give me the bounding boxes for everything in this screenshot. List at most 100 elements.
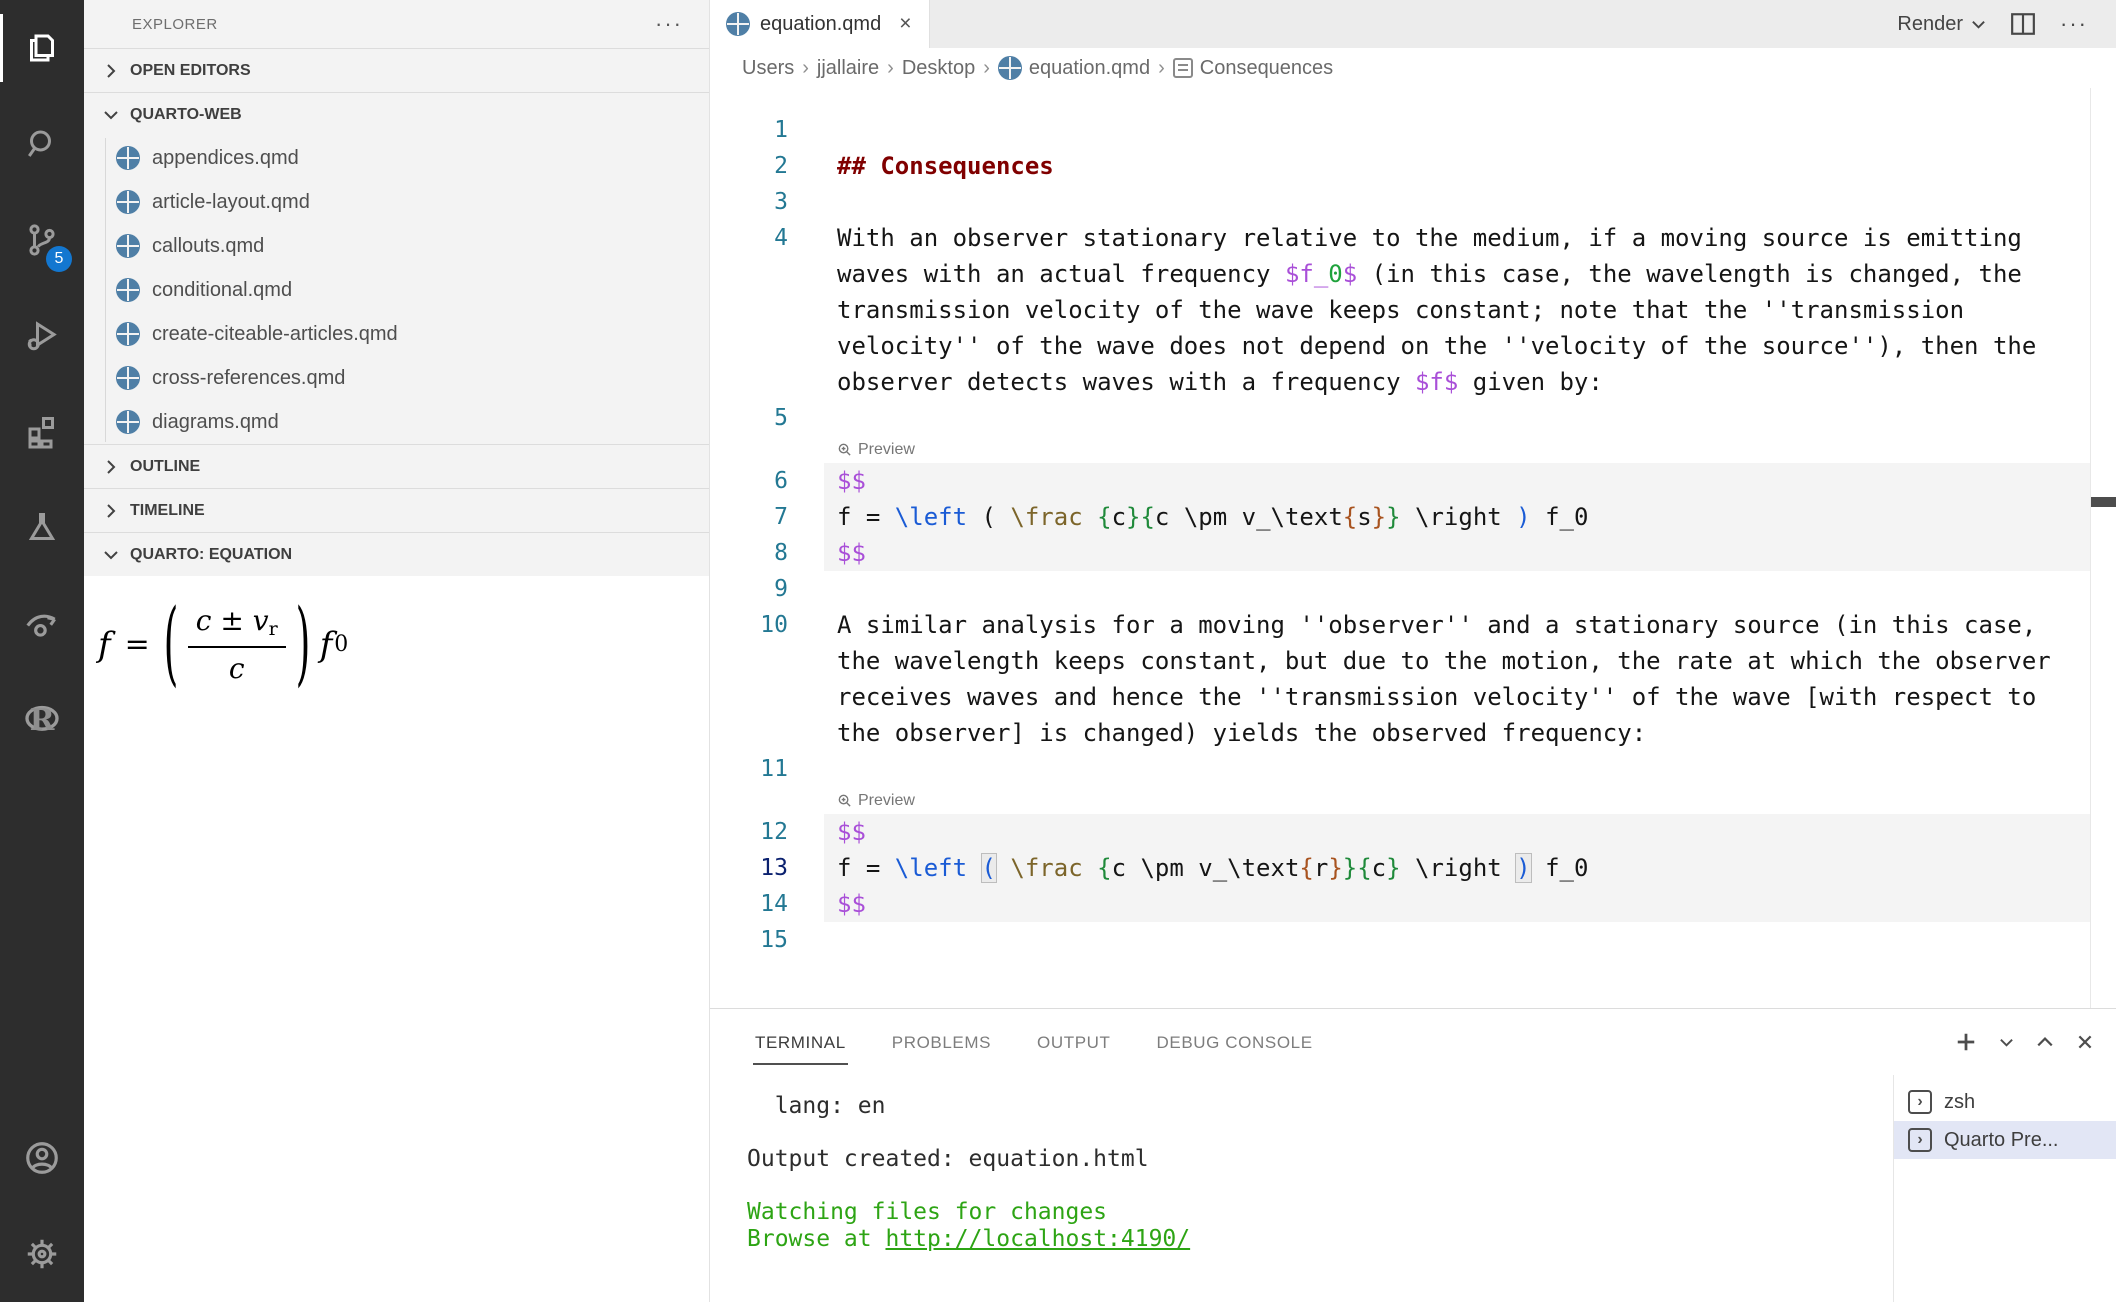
- code-token: {: [1097, 854, 1111, 882]
- settings-gear-icon[interactable]: [0, 1206, 84, 1302]
- terminal-instance-Quarto-Pre-[interactable]: ›Quarto Pre...: [1894, 1121, 2116, 1159]
- code-lens-preview[interactable]: Preview: [824, 436, 915, 463]
- explorer-more-icon[interactable]: ···: [655, 19, 683, 29]
- line-number: [710, 715, 788, 751]
- code-line-text: f = \left ( \frac {c}{c \pm v_\text{s}} …: [824, 499, 2090, 535]
- code-token: [1083, 854, 1097, 882]
- code-line[interactable]: 4With an observer stationary relative to…: [710, 220, 2090, 256]
- activity-bar: 5 R: [0, 0, 84, 1302]
- file-row-cross-references.qmd[interactable]: cross-references.qmd: [84, 356, 709, 400]
- terminal-link[interactable]: http://localhost:4190/: [885, 1226, 1190, 1252]
- panel-tab-output[interactable]: OUTPUT: [1035, 1019, 1112, 1065]
- panel-tab-terminal[interactable]: TERMINAL: [753, 1019, 848, 1065]
- tab-bar: equation.qmd × Render ···: [710, 0, 2116, 48]
- code-line-text: [824, 751, 2090, 787]
- terminal-prompt-icon: ›: [1908, 1090, 1932, 1114]
- section-quarto-equation[interactable]: QUARTO: EQUATION: [84, 532, 709, 576]
- code-line[interactable]: 15: [710, 922, 2090, 958]
- testing-icon[interactable]: [0, 480, 84, 576]
- line-number: 11: [710, 751, 788, 787]
- close-panel-icon[interactable]: [2076, 1033, 2094, 1051]
- code-line[interactable]: waves with an actual frequency $f_0$ (in…: [710, 256, 2090, 292]
- terminal-output[interactable]: lang: en Output created: equation.html W…: [710, 1075, 1893, 1302]
- code-token: f_0: [1531, 503, 1589, 531]
- breadcrumb-item-Desktop[interactable]: Desktop: [902, 57, 975, 80]
- r-icon[interactable]: R: [0, 672, 84, 768]
- terminal-instance-zsh[interactable]: ›zsh: [1894, 1083, 2116, 1121]
- quarto-file-icon: [116, 146, 140, 170]
- section-quarto-web[interactable]: QUARTO-WEB: [84, 92, 709, 136]
- code-token: }: [1386, 503, 1400, 531]
- breadcrumb-item-equation.qmd[interactable]: equation.qmd: [998, 56, 1150, 80]
- code-line-text: transmission velocity of the wave keeps …: [824, 292, 2090, 328]
- code-line[interactable]: transmission velocity of the wave keeps …: [710, 292, 2090, 328]
- section-outline[interactable]: OUTLINE: [84, 444, 709, 488]
- line-number: 1: [710, 112, 788, 148]
- code-line[interactable]: 13f = \left ( \frac {c \pm v_\text{r}}{c…: [710, 850, 2090, 886]
- code-lens-preview[interactable]: Preview: [824, 787, 915, 814]
- panel-tab-debug-console[interactable]: DEBUG CONSOLE: [1155, 1019, 1315, 1065]
- code-token: [967, 854, 981, 882]
- breadcrumb-item-jjallaire[interactable]: jjallaire: [817, 57, 879, 80]
- code-line[interactable]: 10A similar analysis for a moving ''obse…: [710, 607, 2090, 643]
- tab-equation-qmd[interactable]: equation.qmd ×: [710, 0, 930, 48]
- close-icon[interactable]: ×: [899, 12, 911, 36]
- breadcrumb-item-Consequences[interactable]: Consequences: [1173, 57, 1333, 80]
- code-line-text: [824, 112, 2090, 148]
- code-line[interactable]: 7 f = \left ( \frac {c}{c \pm v_\text{s}}…: [710, 499, 2090, 535]
- code-token: $f_: [1285, 260, 1328, 288]
- file-row-article-layout.qmd[interactable]: article-layout.qmd: [84, 180, 709, 224]
- code-line[interactable]: receives waves and hence the ''transmiss…: [710, 679, 2090, 715]
- line-number: 7: [710, 499, 788, 535]
- code-line[interactable]: 9: [710, 571, 2090, 607]
- split-editor-icon[interactable]: [2010, 12, 2036, 36]
- code-line[interactable]: 8$$: [710, 535, 2090, 571]
- account-icon[interactable]: [0, 1110, 84, 1206]
- code-line[interactable]: 14 $$: [710, 886, 2090, 922]
- extensions-icon[interactable]: [0, 384, 84, 480]
- code-line[interactable]: 1: [710, 112, 2090, 148]
- code-token: receives waves and hence the ''transmiss…: [837, 683, 2036, 711]
- equation-denominator: c: [188, 646, 286, 685]
- search-icon[interactable]: [0, 96, 84, 192]
- maximize-panel-icon[interactable]: [2036, 1033, 2054, 1051]
- explorer-icon[interactable]: [0, 0, 84, 96]
- line-number: 14: [710, 886, 788, 922]
- file-row-create-citeable-articles.qmd[interactable]: create-citeable-articles.qmd: [84, 312, 709, 356]
- code-token: $f$: [1415, 368, 1458, 396]
- code-line[interactable]: velocity'' of the wave does not depend o…: [710, 328, 2090, 364]
- code-line[interactable]: 11: [710, 751, 2090, 787]
- code-line[interactable]: 3: [710, 184, 2090, 220]
- section-timeline[interactable]: TIMELINE: [84, 488, 709, 532]
- file-list: appendices.qmdarticle-layout.qmdcallouts…: [84, 136, 709, 444]
- new-terminal-icon[interactable]: [1955, 1031, 1977, 1053]
- code-line[interactable]: the observer] is changed) yields the obs…: [710, 715, 2090, 751]
- code-line[interactable]: observer detects waves with a frequency …: [710, 364, 2090, 400]
- code-line[interactable]: 2## Consequences: [710, 148, 2090, 184]
- quarto-icon[interactable]: [0, 576, 84, 672]
- code-line[interactable]: 5: [710, 400, 2090, 436]
- file-row-diagrams.qmd[interactable]: diagrams.qmd: [84, 400, 709, 444]
- panel-tab-problems[interactable]: PROBLEMS: [890, 1019, 993, 1065]
- editor-group: equation.qmd × Render ··· Users › jjallair…: [710, 0, 2116, 1302]
- breadcrumb-separator: ›: [802, 57, 809, 80]
- code-token: f =: [837, 503, 895, 531]
- file-row-appendices.qmd[interactable]: appendices.qmd: [84, 136, 709, 180]
- code-line[interactable]: 6$$: [710, 463, 2090, 499]
- terminal-dropdown-icon[interactable]: [1999, 1035, 2014, 1050]
- code-lens-row: Preview: [710, 436, 2090, 463]
- file-row-callouts.qmd[interactable]: callouts.qmd: [84, 224, 709, 268]
- breadcrumb-item-Users[interactable]: Users: [742, 57, 794, 80]
- file-row-conditional.qmd[interactable]: conditional.qmd: [84, 268, 709, 312]
- code-editor[interactable]: 12## Consequences34With an observer stat…: [710, 88, 2116, 1008]
- overview-ruler[interactable]: [2090, 88, 2116, 1008]
- code-token: $$: [837, 890, 866, 918]
- run-debug-icon[interactable]: [0, 288, 84, 384]
- code-token: the wavelength keeps constant, but due t…: [837, 647, 2051, 675]
- code-line[interactable]: 12$$: [710, 814, 2090, 850]
- editor-more-icon[interactable]: ···: [2060, 19, 2088, 29]
- section-open-editors[interactable]: OPEN EDITORS: [84, 48, 709, 92]
- render-button[interactable]: Render: [1897, 13, 1986, 36]
- source-control-icon[interactable]: 5: [0, 192, 84, 288]
- code-line[interactable]: the wavelength keeps constant, but due t…: [710, 643, 2090, 679]
